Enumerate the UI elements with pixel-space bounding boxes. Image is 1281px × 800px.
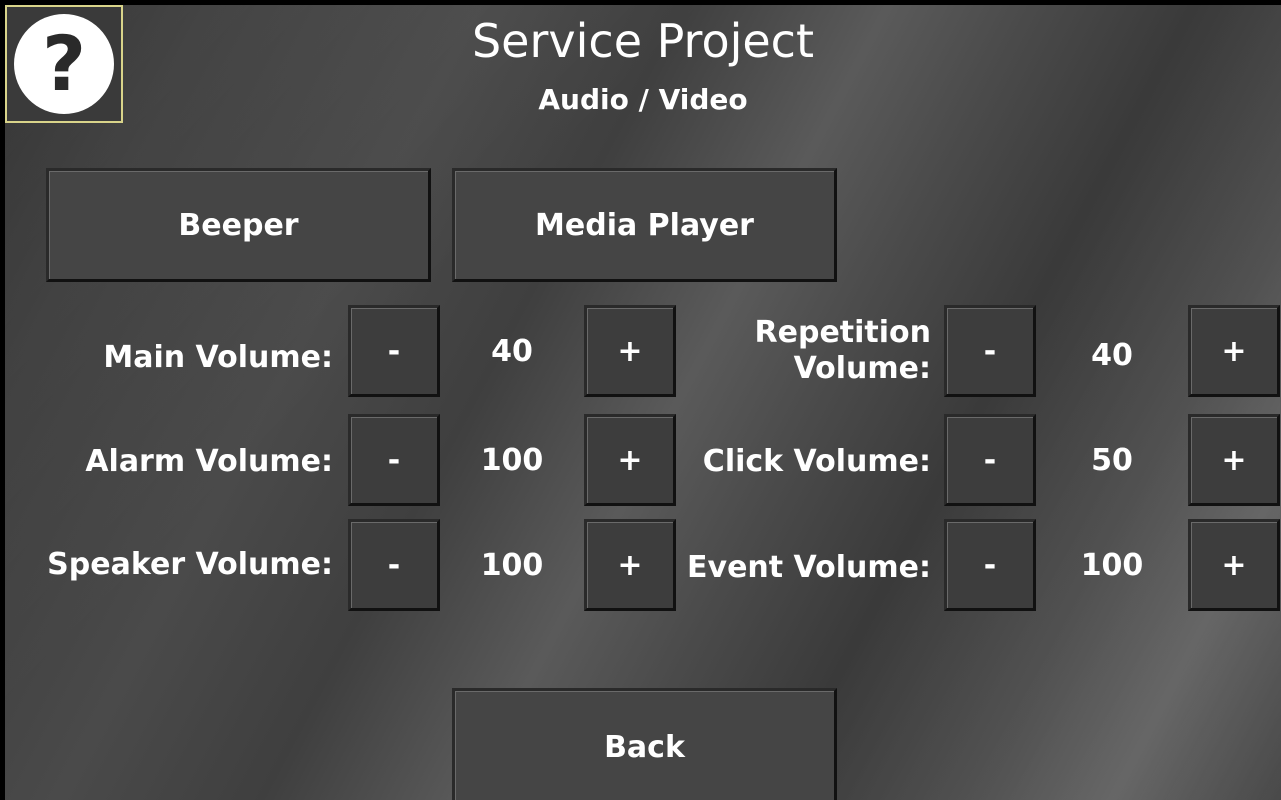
repetition-volume-label: Repetition Volume:	[695, 315, 931, 387]
page-subtitle: Audio / Video	[538, 83, 748, 116]
click-volume-value: 50	[1091, 443, 1133, 478]
back-button[interactable]: Back	[452, 688, 837, 800]
main-volume-value: 40	[491, 334, 533, 369]
beeper-button-label: Beeper	[178, 207, 299, 243]
decrement-glyph: -	[983, 547, 997, 583]
back-button-label: Back	[604, 729, 685, 765]
speaker-volume-increase-button[interactable]: +	[584, 519, 676, 611]
main-volume-decrease-button[interactable]: -	[348, 305, 440, 397]
alarm-volume-increase-button[interactable]: +	[584, 414, 676, 506]
page-title: Service Project	[471, 14, 814, 68]
click-volume-decrease-button[interactable]: -	[944, 414, 1036, 506]
increment-glyph: +	[617, 333, 643, 369]
increment-glyph: +	[1221, 547, 1247, 583]
alarm-volume-label: Alarm Volume:	[85, 444, 333, 479]
increment-glyph: +	[617, 442, 643, 478]
beeper-button[interactable]: Beeper	[46, 168, 431, 282]
speaker-volume-label: Speaker Volume:	[47, 547, 333, 582]
increment-glyph: +	[1221, 442, 1247, 478]
event-volume-value: 100	[1080, 548, 1144, 583]
event-volume-increase-button[interactable]: +	[1188, 519, 1280, 611]
click-volume-increase-button[interactable]: +	[1188, 414, 1280, 506]
repetition-volume-value: 40	[1091, 338, 1133, 373]
decrement-glyph: -	[387, 442, 401, 478]
repetition-volume-decrease-button[interactable]: -	[944, 305, 1036, 397]
alarm-volume-decrease-button[interactable]: -	[348, 414, 440, 506]
alarm-volume-value: 100	[480, 443, 544, 478]
speaker-volume-value: 100	[480, 548, 544, 583]
decrement-glyph: -	[983, 442, 997, 478]
media-player-button-label: Media Player	[535, 207, 754, 243]
main-volume-increase-button[interactable]: +	[584, 305, 676, 397]
decrement-glyph: -	[387, 333, 401, 369]
media-player-button[interactable]: Media Player	[452, 168, 837, 282]
click-volume-label: Click Volume:	[702, 444, 931, 479]
increment-glyph: +	[1221, 333, 1247, 369]
decrement-glyph: -	[983, 333, 997, 369]
main-volume-label: Main Volume:	[103, 340, 333, 375]
repetition-volume-label-line2: Volume:	[793, 351, 931, 386]
speaker-volume-decrease-button[interactable]: -	[348, 519, 440, 611]
event-volume-decrease-button[interactable]: -	[944, 519, 1036, 611]
repetition-volume-increase-button[interactable]: +	[1188, 305, 1280, 397]
increment-glyph: +	[617, 547, 643, 583]
event-volume-label: Event Volume:	[687, 550, 931, 585]
decrement-glyph: -	[387, 547, 401, 583]
repetition-volume-label-line1: Repetition	[754, 315, 931, 350]
audio-video-screen: ? Service Project Audio / Video Beeper M…	[5, 5, 1281, 800]
